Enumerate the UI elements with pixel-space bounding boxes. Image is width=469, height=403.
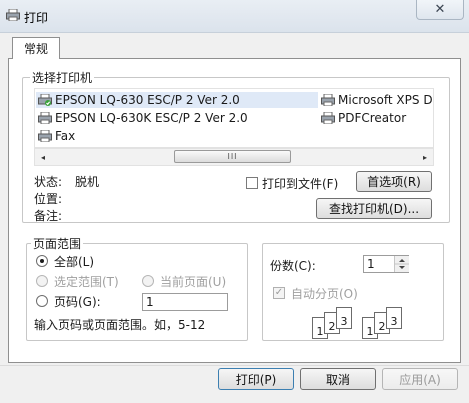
cancel-button[interactable]: 取消 — [300, 368, 376, 390]
page-range-hint: 输入页码或页面范围。如，5-12 — [34, 318, 206, 332]
page-range-current-label[interactable]: 当前页面(U) — [160, 273, 226, 290]
select-printer-legend: 选择打印机 — [30, 69, 95, 86]
copies-label: 份数(C): — [270, 259, 316, 273]
find-printer-button[interactable]: 查找打印机(D)... — [316, 198, 432, 219]
page-range-selection-label[interactable]: 选定范围(T) — [54, 273, 119, 290]
printer-name: PDFCreator — [338, 111, 407, 125]
window-title: 打印 — [24, 11, 49, 25]
printer-icon — [321, 94, 335, 106]
collate-page: 3 — [336, 307, 352, 329]
apply-button[interactable]: 应用(A) — [382, 368, 458, 390]
status-label: 状态: — [34, 175, 63, 189]
page-range-selection-radio[interactable] — [36, 275, 48, 287]
page-range-pages-radio[interactable] — [36, 295, 48, 307]
collate-illustration: 1 2 3 1 2 3 — [312, 307, 408, 343]
printer-item[interactable]: EPSON LQ-630 ESC/P 2 Ver 2.0 — [38, 93, 240, 107]
close-icon: ✕ — [434, 2, 446, 17]
printer-name: EPSON LQ-630K ESC/P 2 Ver 2.0 — [55, 111, 248, 125]
printer-name: Microsoft XPS D — [338, 93, 433, 107]
page-range-all-radio[interactable] — [36, 255, 48, 267]
printer-name: Fax — [55, 129, 76, 143]
close-button[interactable]: ✕ — [416, 0, 464, 20]
printer-icon — [38, 112, 52, 124]
page-range-all-label[interactable]: 全部(L) — [54, 253, 94, 270]
printer-icon — [321, 112, 335, 124]
collate-label[interactable]: 自动分页(O) — [291, 285, 358, 302]
page-range-current-radio[interactable] — [142, 275, 154, 287]
printer-default-icon — [38, 94, 52, 106]
scroll-right-arrow-icon[interactable]: ▸ — [419, 150, 431, 164]
status-value: 脱机 — [75, 175, 100, 189]
printer-item[interactable]: EPSON LQ-630K ESC/P 2 Ver 2.0 — [38, 111, 248, 125]
printer-icon — [6, 9, 20, 21]
comment-label: 备注: — [34, 209, 63, 223]
printer-name: EPSON LQ-630 ESC/P 2 Ver 2.0 — [55, 93, 240, 107]
scrollbar-thumb[interactable]: III — [174, 150, 291, 163]
collate-checkbox[interactable]: ✓ — [273, 287, 285, 299]
print-button[interactable]: 打印(P) — [218, 368, 294, 390]
page-range-pages-label[interactable]: 页码(G): — [54, 293, 101, 310]
scroll-grip-icon: III — [227, 152, 238, 161]
printer-item[interactable]: PDFCreator — [321, 111, 406, 125]
preferences-button[interactable]: 首选项(R) — [356, 171, 432, 192]
footer-separator — [0, 365, 469, 366]
fax-printer-icon — [38, 130, 52, 142]
print-to-file-checkbox[interactable] — [246, 177, 258, 189]
page-range-input[interactable]: 1 — [142, 293, 228, 311]
spinner-arrows-icon — [395, 259, 409, 269]
collate-page: 3 — [386, 307, 402, 329]
location-label: 位置: — [34, 192, 63, 206]
print-to-file-label[interactable]: 打印到文件(F) — [262, 175, 338, 192]
page-range-legend: 页面范围 — [31, 235, 84, 252]
tab-general[interactable]: 常规 — [12, 37, 60, 59]
title-bar — [0, 0, 469, 33]
copies-spinner[interactable] — [394, 256, 409, 272]
scroll-left-arrow-icon[interactable]: ◂ — [37, 150, 49, 164]
printer-item[interactable]: Microsoft XPS D — [321, 93, 433, 107]
printer-item[interactable]: Fax — [38, 129, 75, 143]
